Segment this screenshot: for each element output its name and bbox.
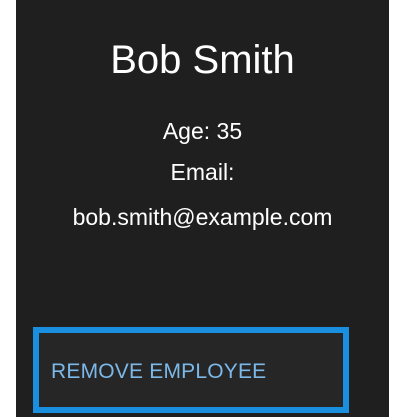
employee-email-label: Email: [170,159,235,185]
remove-employee-label: REMOVE EMPLOYEE [51,360,267,383]
page-background-right [389,0,401,417]
employee-email: bob.smith@example.com [72,204,333,230]
page-background-left [0,0,16,417]
employee-age: Age: 35 [162,118,243,144]
employee-card-body: Bob Smith Age: 35 Email: bob.smith@examp… [16,0,389,240]
remove-employee-button[interactable]: REMOVE EMPLOYEE [33,327,349,413]
employee-card: Bob Smith Age: 35 Email: bob.smith@examp… [16,0,389,417]
employee-name: Bob Smith [110,38,295,82]
